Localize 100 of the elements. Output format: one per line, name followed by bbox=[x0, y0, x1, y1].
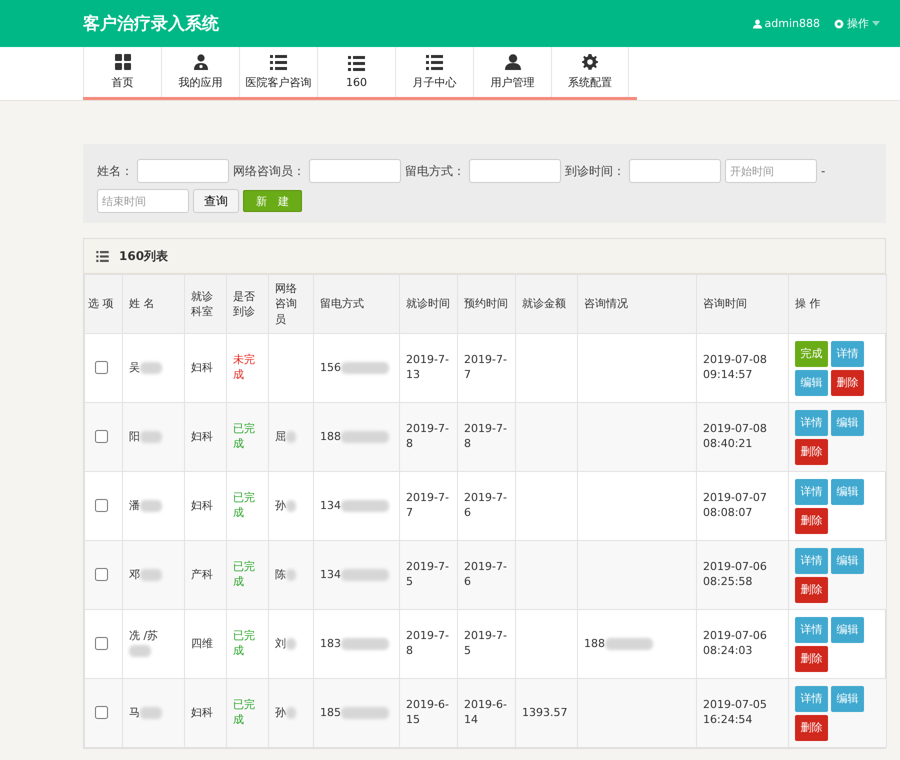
redaction-blur bbox=[129, 645, 151, 658]
redaction-blur bbox=[140, 430, 162, 443]
delete-button[interactable]: 删除 bbox=[795, 714, 828, 741]
redaction-blur bbox=[286, 568, 296, 581]
edit-button[interactable]: 编辑 bbox=[831, 478, 864, 505]
delete-button[interactable]: 删除 bbox=[795, 576, 828, 603]
column-header: 咨询时间 bbox=[696, 274, 788, 334]
table-cell: 2019-07-06 08:25:58 bbox=[703, 560, 767, 588]
table-cell: 1393.57 bbox=[522, 706, 568, 719]
field-label: 留电方式： bbox=[405, 162, 465, 180]
user-link[interactable]: admin888 bbox=[752, 17, 820, 30]
table-cell: 马 bbox=[129, 706, 140, 719]
row-checkbox[interactable] bbox=[95, 568, 108, 581]
query-button[interactable]: 查询 bbox=[193, 189, 239, 213]
table-cell: 2019-07-08 08:40:21 bbox=[703, 422, 767, 450]
redaction-blur bbox=[341, 362, 389, 374]
nav-tab[interactable]: 月子中心 bbox=[395, 47, 473, 97]
column-header: 预约时间 bbox=[458, 274, 516, 334]
nav-tab[interactable]: 系统配置 bbox=[551, 47, 629, 97]
end-time-field[interactable]: 结束时间 bbox=[97, 189, 189, 213]
edit-button[interactable]: 编辑 bbox=[831, 410, 864, 436]
table-cell: 183 bbox=[320, 636, 341, 650]
edit-button[interactable]: 编辑 bbox=[795, 370, 828, 396]
column-header: 网络咨询员 bbox=[268, 274, 314, 334]
redaction-blur bbox=[286, 638, 296, 650]
status-text: 已完成 bbox=[233, 629, 255, 658]
table-cell: 吴 bbox=[129, 360, 140, 374]
redaction-blur bbox=[140, 706, 162, 719]
column-header: 就诊科室 bbox=[184, 274, 226, 334]
nav-tab[interactable]: 我的应用 bbox=[161, 47, 239, 97]
table-cell: 潘 bbox=[129, 498, 140, 512]
table-cell: 2019-6-15 bbox=[406, 698, 449, 726]
nav-tab[interactable]: 用户管理 bbox=[473, 47, 551, 97]
table-cell: 妇科 bbox=[191, 360, 213, 374]
new-button[interactable]: 新 建 bbox=[243, 190, 302, 212]
edit-button[interactable]: 编辑 bbox=[831, 686, 864, 712]
edit-button[interactable]: 编辑 bbox=[831, 616, 864, 643]
table-cell: 刘 bbox=[275, 636, 286, 650]
row-checkbox[interactable] bbox=[95, 636, 108, 650]
status-text: 已完成 bbox=[233, 422, 255, 450]
user-icon bbox=[752, 18, 762, 28]
table-cell: 妇科 bbox=[191, 706, 213, 719]
user-icon bbox=[504, 54, 520, 70]
table-cell: 屈 bbox=[275, 430, 286, 443]
detail-button[interactable]: 详情 bbox=[795, 686, 828, 712]
table-cell: 邓 bbox=[129, 568, 140, 581]
column-header: 操 作 bbox=[788, 274, 886, 334]
detail-button[interactable]: 详情 bbox=[795, 478, 828, 505]
detail-button[interactable]: 详情 bbox=[795, 616, 828, 643]
row-checkbox[interactable] bbox=[95, 498, 108, 512]
status-text: 未完成 bbox=[233, 353, 255, 382]
complete-button[interactable]: 完成 bbox=[795, 340, 828, 367]
list-icon bbox=[348, 56, 365, 70]
row-checkbox[interactable] bbox=[95, 706, 108, 719]
column-header: 就诊时间 bbox=[400, 274, 458, 334]
delete-button[interactable]: 删除 bbox=[831, 370, 864, 396]
delete-button[interactable]: 删除 bbox=[795, 508, 828, 534]
table-cell: 2019-07-06 08:24:03 bbox=[703, 629, 767, 658]
list-icon bbox=[96, 250, 109, 262]
column-header: 留电方式 bbox=[314, 274, 400, 334]
redaction-blur bbox=[286, 500, 296, 512]
redaction-blur bbox=[140, 362, 162, 374]
nav-tab[interactable]: 医院客户咨询 bbox=[239, 47, 317, 97]
input-field[interactable] bbox=[309, 159, 401, 183]
field-label: 姓名： bbox=[97, 162, 133, 180]
column-header: 是否到诊 bbox=[226, 274, 268, 334]
table-cell: 孙 bbox=[275, 498, 286, 512]
table-cell: 2019-07-05 16:24:54 bbox=[703, 698, 767, 726]
input-field[interactable] bbox=[137, 159, 229, 183]
column-header: 咨询情况 bbox=[578, 274, 696, 334]
delete-button[interactable]: 删除 bbox=[795, 646, 828, 672]
row-checkbox[interactable] bbox=[95, 430, 108, 443]
range-dash: - bbox=[821, 164, 826, 178]
list-icon bbox=[270, 54, 287, 70]
detail-button[interactable]: 详情 bbox=[795, 548, 828, 574]
table-cell: 2019-7-8 bbox=[464, 422, 507, 450]
detail-button[interactable]: 详情 bbox=[795, 410, 828, 436]
grid-icon bbox=[114, 54, 130, 70]
app-title: 客户治疗录入系统 bbox=[83, 13, 219, 35]
row-checkbox[interactable] bbox=[95, 360, 108, 374]
input-field[interactable] bbox=[469, 159, 561, 183]
input-field[interactable] bbox=[629, 159, 721, 183]
table-cell: 四维 bbox=[191, 636, 213, 650]
field-label: 到诊时间： bbox=[565, 162, 625, 180]
table-cell: 产科 bbox=[191, 568, 213, 581]
start-time-field[interactable]: 开始时间 bbox=[725, 159, 817, 183]
edit-button[interactable]: 编辑 bbox=[831, 548, 864, 574]
delete-button[interactable]: 删除 bbox=[795, 438, 828, 465]
redaction-blur bbox=[286, 430, 296, 443]
nav-tab[interactable]: 160 bbox=[317, 47, 395, 97]
status-text: 已完成 bbox=[233, 698, 255, 726]
table-cell: 妇科 bbox=[191, 430, 213, 443]
table-cell: 2019-07-07 08:08:07 bbox=[703, 491, 767, 520]
redaction-blur bbox=[341, 638, 389, 650]
table-cell: 孙 bbox=[275, 706, 286, 719]
redaction-blur bbox=[341, 706, 389, 719]
nav-tab[interactable]: 首页 bbox=[83, 47, 161, 97]
detail-button[interactable]: 详情 bbox=[831, 340, 864, 367]
actions-menu[interactable]: 操作 bbox=[834, 16, 880, 31]
redaction-blur bbox=[341, 430, 389, 443]
